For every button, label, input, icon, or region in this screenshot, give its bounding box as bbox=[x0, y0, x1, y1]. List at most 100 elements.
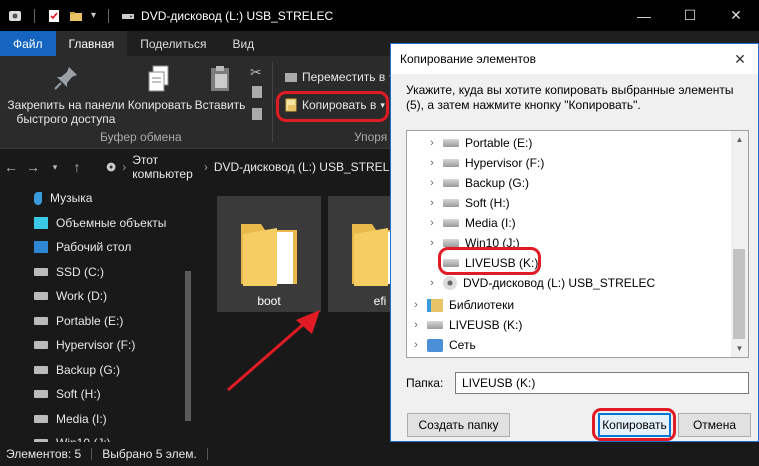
forward-arrow-icon[interactable]: → bbox=[22, 159, 44, 175]
breadcrumb-separator-icon: › bbox=[203, 160, 208, 174]
new-folder-button[interactable]: Создать папку bbox=[407, 413, 510, 437]
minimize-button[interactable]: — bbox=[621, 0, 667, 31]
tree-item[interactable]: › Portable (E:) bbox=[427, 133, 532, 153]
tree-item[interactable]: › Библиотеки bbox=[411, 295, 514, 315]
breadcrumb-item[interactable]: Этот компьютер bbox=[132, 153, 198, 181]
close-button[interactable]: ✕ bbox=[713, 0, 759, 31]
drive-icon bbox=[443, 199, 459, 207]
back-arrow-icon[interactable]: ← bbox=[0, 159, 22, 175]
nav-item[interactable]: Work (D:) bbox=[0, 284, 200, 309]
desktop-icon bbox=[34, 241, 48, 254]
copy-path-icon[interactable] bbox=[252, 86, 262, 98]
chevron-right-icon[interactable]: › bbox=[427, 137, 437, 149]
chevron-right-icon[interactable]: › bbox=[427, 277, 437, 289]
dvd-drive-icon bbox=[106, 162, 116, 172]
breadcrumb-separator-icon: › bbox=[122, 160, 127, 174]
drive-icon bbox=[34, 414, 48, 423]
annotation-ring-copy-to bbox=[276, 91, 389, 122]
up-arrow-icon[interactable]: ↑ bbox=[66, 159, 88, 175]
move-to-button[interactable]: Переместить в ▾ bbox=[284, 70, 394, 84]
cancel-button[interactable]: Отмена bbox=[678, 413, 751, 437]
nav-item-label: SSD (C:) bbox=[56, 264, 104, 279]
tree-item-label: Сеть bbox=[449, 338, 476, 352]
folder-field[interactable] bbox=[455, 372, 749, 394]
copy-icon bbox=[148, 65, 169, 92]
breadcrumb[interactable]: › Этот компьютер › DVD-дисковод (L:) USB… bbox=[106, 153, 406, 181]
tree-item[interactable]: › Soft (H:) bbox=[427, 193, 510, 213]
tree-item[interactable]: › Media (I:) bbox=[427, 213, 516, 233]
tab-share[interactable]: Поделиться bbox=[127, 31, 219, 56]
chevron-right-icon[interactable]: › bbox=[411, 299, 421, 311]
folder-tree: ▲ ▼ › Portable (E:) › Hypervisor (F:) › Backu… bbox=[406, 130, 749, 358]
drive-icon bbox=[443, 179, 459, 187]
usb-drive-icon bbox=[427, 321, 443, 329]
scroll-up-icon[interactable]: ▲ bbox=[731, 131, 748, 148]
dialog-close-button[interactable]: ✕ bbox=[722, 44, 758, 74]
window-controls: — ☐ ✕ bbox=[621, 0, 759, 31]
nav-item[interactable]: Media (I:) bbox=[0, 407, 200, 432]
tree-item[interactable]: › LIVEUSB (K:) bbox=[411, 315, 522, 335]
nav-scrollbar[interactable] bbox=[183, 186, 193, 436]
tab-view[interactable]: Вид bbox=[219, 31, 267, 56]
cut-icon[interactable]: ✂ bbox=[250, 64, 262, 81]
tab-file[interactable]: Файл bbox=[0, 31, 56, 56]
nav-item[interactable]: Portable (E:) bbox=[0, 309, 200, 334]
nav-item-label: Музыка bbox=[50, 191, 93, 206]
tree-item-label: Hypervisor (F:) bbox=[465, 156, 545, 170]
nav-item[interactable]: Рабочий стол bbox=[0, 235, 200, 260]
nav-item-label: Рабочий стол bbox=[56, 240, 132, 255]
breadcrumb-item[interactable]: DVD-дисковод (L:) USB_STRELEC bbox=[214, 160, 406, 174]
drive-icon bbox=[34, 341, 48, 350]
tree-item-label: Media (I:) bbox=[465, 216, 516, 230]
nav-item-label: Media (I:) bbox=[56, 411, 107, 426]
tree-item[interactable]: › Сеть bbox=[411, 335, 476, 355]
nav-item-label: Portable (E:) bbox=[56, 313, 124, 328]
scroll-down-icon[interactable]: ▼ bbox=[731, 340, 748, 357]
chevron-right-icon[interactable]: › bbox=[427, 197, 437, 209]
ribbon-separator bbox=[272, 62, 273, 142]
chevron-right-icon[interactable]: › bbox=[427, 217, 437, 229]
clipboard-group-label: Буфер обмена bbox=[100, 130, 182, 144]
move-to-label: Переместить в bbox=[302, 70, 386, 84]
drive-icon bbox=[443, 139, 459, 147]
window-menu-icon[interactable] bbox=[8, 9, 22, 23]
tree-item[interactable]: › Backup (G:) bbox=[427, 173, 529, 193]
copy-button[interactable]: Копировать bbox=[126, 64, 194, 112]
nav-item[interactable]: Hypervisor (F:) bbox=[0, 333, 200, 358]
tree-item[interactable]: › DVD-дисковод (L:) USB_STRELEC bbox=[427, 273, 655, 293]
nav-item-label: Backup (G:) bbox=[56, 362, 121, 377]
chevron-right-icon[interactable]: › bbox=[427, 157, 437, 169]
window-title: DVD-дисковод (L:) USB_STRELEC bbox=[141, 8, 334, 23]
annotation-ring-liveusb bbox=[438, 247, 541, 275]
maximize-button[interactable]: ☐ bbox=[667, 0, 713, 31]
nav-item[interactable]: Музыка bbox=[0, 186, 200, 211]
nav-item[interactable]: Soft (H:) bbox=[0, 382, 200, 407]
paste-label: Вставить bbox=[194, 98, 246, 112]
nav-item[interactable]: Объемные объекты bbox=[0, 211, 200, 236]
drive-icon bbox=[34, 267, 48, 276]
tab-home[interactable]: Главная bbox=[55, 31, 128, 56]
paste-button[interactable]: Вставить bbox=[192, 64, 248, 112]
nav-item[interactable]: SSD (C:) bbox=[0, 260, 200, 285]
new-folder-qa-icon[interactable] bbox=[69, 9, 83, 23]
pin-icon bbox=[54, 67, 77, 90]
chevron-right-icon[interactable]: › bbox=[427, 237, 437, 249]
properties-icon[interactable] bbox=[47, 9, 61, 23]
dvd-drive-icon bbox=[122, 13, 135, 19]
paste-shortcut-icon[interactable] bbox=[252, 108, 262, 120]
drive-icon bbox=[34, 292, 48, 301]
qa-dropdown-icon[interactable]: ▾ bbox=[91, 10, 96, 21]
tree-scrollbar[interactable]: ▲ ▼ bbox=[731, 131, 748, 357]
recent-dropdown-icon[interactable]: ▾ bbox=[44, 162, 66, 173]
selected-count: Выбрано 5 элем. bbox=[102, 447, 197, 461]
chevron-right-icon[interactable]: › bbox=[411, 339, 421, 351]
nav-item[interactable]: Backup (G:) bbox=[0, 358, 200, 383]
tree-item-label: DVD-дисковод (L:) USB_STRELEC bbox=[463, 276, 656, 290]
chevron-right-icon[interactable]: › bbox=[411, 319, 421, 331]
nav-item[interactable]: Win10 (J:) bbox=[0, 431, 200, 442]
tree-item[interactable]: › Hypervisor (F:) bbox=[427, 153, 544, 173]
pin-quick-access-button[interactable]: Закрепить на панели быстрого доступа bbox=[4, 64, 128, 126]
copy-label: Копировать bbox=[127, 98, 193, 112]
folder-tile[interactable]: boot bbox=[217, 196, 321, 312]
chevron-right-icon[interactable]: › bbox=[427, 177, 437, 189]
